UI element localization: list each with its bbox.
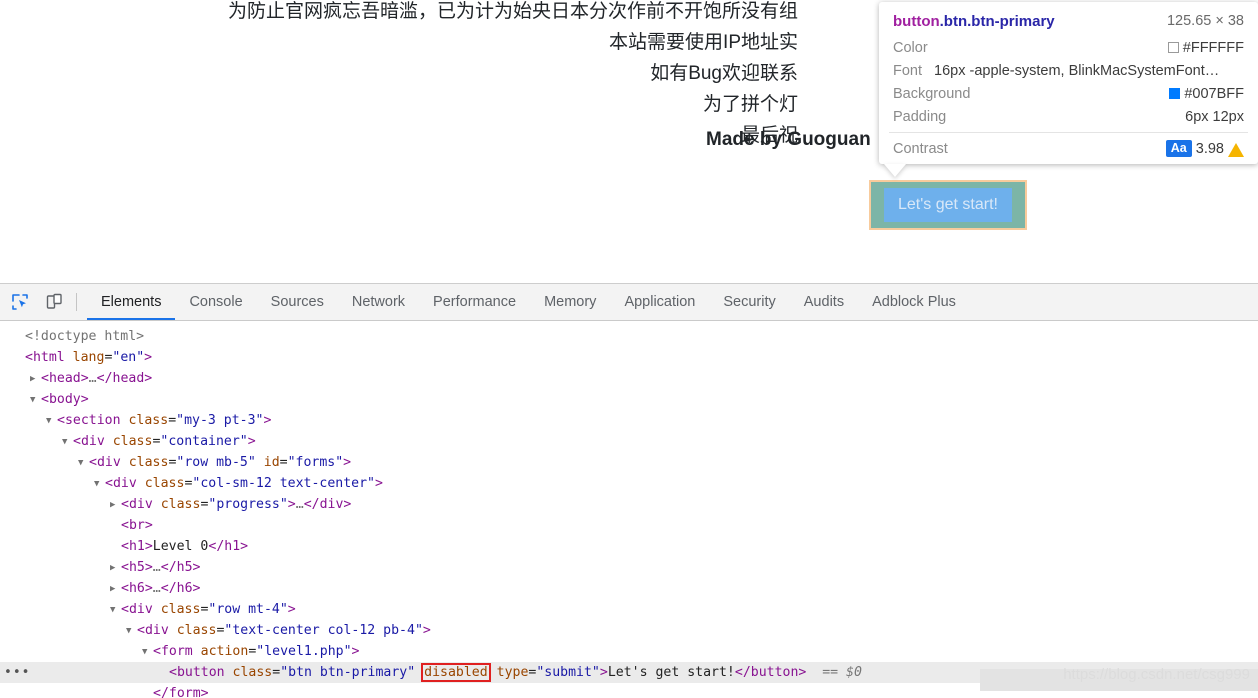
twisty-expanded-icon[interactable]: ▼ bbox=[78, 453, 89, 474]
tooltip-row-font: Font 16px -apple-system, BlinkMacSystemF… bbox=[879, 59, 1258, 82]
twisty-expanded-icon[interactable]: ▼ bbox=[30, 390, 41, 411]
page-line-3: 为了拼个灯 bbox=[702, 94, 798, 115]
dom-node[interactable]: ▼ <div class="col-sm-12 text-center"> bbox=[0, 473, 1258, 494]
tooltip-contrast-value: 3.98 bbox=[1195, 140, 1224, 157]
tab-network[interactable]: Network bbox=[338, 284, 419, 320]
twisty-collapsed-icon[interactable]: ▶ bbox=[30, 369, 41, 390]
tab-performance[interactable]: Performance bbox=[419, 284, 530, 320]
tooltip-header: button.btn.btn-primary 125.65 × 38 bbox=[879, 8, 1258, 36]
twisty-expanded-icon[interactable]: ▼ bbox=[126, 621, 137, 642]
tab-security[interactable]: Security bbox=[709, 284, 789, 320]
dom-node[interactable]: ▼ <div class="row mb-5" id="forms"> bbox=[0, 452, 1258, 473]
tab-console[interactable]: Console bbox=[175, 284, 256, 320]
devtools-panel: Elements Console Sources Network Perform… bbox=[0, 283, 1258, 698]
tooltip-divider bbox=[889, 132, 1248, 133]
dom-node[interactable]: ▶<h1>Level 0</h1> bbox=[0, 536, 1258, 557]
dom-node[interactable]: ▼ <div class="text-center col-12 pb-4"> bbox=[0, 620, 1258, 641]
page-line-2: 如有Bug欢迎联系 bbox=[650, 63, 798, 84]
more-options-icon[interactable]: ••• bbox=[4, 662, 30, 683]
twisty-expanded-icon[interactable]: ▼ bbox=[46, 411, 57, 432]
tooltip-dimensions: 125.65 × 38 bbox=[1166, 13, 1244, 29]
tab-adblock-plus[interactable]: Adblock Plus bbox=[858, 284, 970, 320]
tooltip-row-background: Background #007BFF bbox=[879, 82, 1258, 105]
tooltip-font-key: Font bbox=[893, 62, 923, 79]
blue-swatch-icon bbox=[1169, 88, 1181, 99]
tooltip-pointer-arrow bbox=[884, 164, 906, 177]
warning-triangle-icon bbox=[1228, 142, 1244, 157]
contrast-chip-icon: Aa bbox=[1165, 140, 1192, 157]
tooltip-row-color: Color #FFFFFF bbox=[879, 36, 1258, 59]
tooltip-color-key: Color bbox=[893, 39, 928, 56]
twisty-collapsed-icon[interactable]: ▶ bbox=[110, 495, 121, 516]
twisty-expanded-icon[interactable]: ▼ bbox=[94, 474, 105, 495]
white-swatch-icon bbox=[1167, 42, 1179, 53]
tooltip-class-names: .btn.btn-primary bbox=[939, 12, 1055, 30]
twisty-placeholder: ▶ bbox=[14, 327, 25, 348]
dom-node[interactable]: ▶ <div class="progress">…</div> bbox=[0, 494, 1258, 515]
tab-memory[interactable]: Memory bbox=[530, 284, 610, 320]
tooltip-color-value: #FFFFFF bbox=[1182, 39, 1244, 56]
tooltip-row-contrast: Contrast Aa 3.98 bbox=[879, 137, 1258, 160]
dom-node[interactable]: ▶<html lang="en"> bbox=[0, 347, 1258, 368]
device-toolbar-icon[interactable] bbox=[40, 288, 68, 316]
twisty-expanded-icon[interactable]: ▼ bbox=[142, 642, 153, 663]
devtools-tab-bar: Elements Console Sources Network Perform… bbox=[87, 284, 970, 320]
watermark-band bbox=[980, 669, 1258, 691]
page-line-0: 为防止官网疯忘吾暗滥，已为计为始央日本分次作前不开饱所没有组 bbox=[227, 1, 798, 22]
tab-audits[interactable]: Audits bbox=[790, 284, 858, 320]
twisty-placeholder: ▶ bbox=[110, 537, 121, 558]
devtools-toolbar: Elements Console Sources Network Perform… bbox=[0, 284, 1258, 321]
tab-elements[interactable]: Elements bbox=[87, 284, 176, 320]
get-start-button[interactable]: Let's get start! bbox=[884, 188, 1012, 222]
dom-tree[interactable]: ▶<!doctype html>▶<html lang="en">▶<head>… bbox=[0, 321, 1258, 698]
twisty-collapsed-icon[interactable]: ▶ bbox=[110, 558, 121, 579]
tooltip-contrast-key: Contrast bbox=[893, 140, 948, 157]
twisty-placeholder: ▶ bbox=[110, 516, 121, 537]
dom-node[interactable]: ▶ <h6>…</h6> bbox=[0, 578, 1258, 599]
tooltip-font-value: 16px -apple-system, BlinkMacSystemFont… bbox=[934, 62, 1220, 79]
twisty-expanded-icon[interactable]: ▼ bbox=[110, 600, 121, 621]
inspect-element-icon[interactable] bbox=[6, 288, 34, 316]
dom-node[interactable]: ▼ <form action="level1.php"> bbox=[0, 641, 1258, 662]
tooltip-padding-key: Padding bbox=[893, 108, 947, 125]
twisty-expanded-icon[interactable]: ▼ bbox=[62, 432, 73, 453]
tooltip-background-value: #007BFF bbox=[1184, 85, 1244, 102]
tooltip-row-padding: Padding 6px 12px bbox=[879, 105, 1258, 128]
twisty-collapsed-icon[interactable]: ▶ bbox=[110, 579, 121, 600]
page-line-1: 本站需要使用IP地址实 bbox=[609, 32, 798, 53]
dom-node[interactable]: ▼ <div class="row mt-4"> bbox=[0, 599, 1258, 620]
dom-node[interactable]: ▼ <body> bbox=[0, 389, 1258, 410]
tab-application[interactable]: Application bbox=[610, 284, 709, 320]
dom-node[interactable]: ▶<!doctype html> bbox=[0, 326, 1258, 347]
tooltip-tag-name: button bbox=[893, 12, 940, 30]
tooltip-padding-value: 6px 12px bbox=[1185, 108, 1244, 125]
made-by-credit: Made by Guoguan bbox=[706, 129, 871, 150]
dom-node[interactable]: ▼ <section class="my-3 pt-3"> bbox=[0, 410, 1258, 431]
dom-node[interactable]: ▼ <div class="container"> bbox=[0, 431, 1258, 452]
dom-node[interactable]: ▶ <head>…</head> bbox=[0, 368, 1258, 389]
dom-node[interactable]: ▶<br> bbox=[0, 515, 1258, 536]
twisty-placeholder: ▶ bbox=[158, 663, 169, 684]
inspect-tooltip: button.btn.btn-primary 125.65 × 38 Color… bbox=[879, 2, 1258, 177]
twisty-placeholder: ▶ bbox=[14, 348, 25, 369]
twisty-placeholder: ▶ bbox=[142, 684, 153, 698]
toolbar-divider bbox=[76, 293, 77, 311]
screenshot-root: 为防止官网疯忘吾暗滥，已为计为始央日本分次作前不开饱所没有组 本站需要使用IP地… bbox=[0, 0, 1258, 698]
tab-sources[interactable]: Sources bbox=[257, 284, 338, 320]
tooltip-background-key: Background bbox=[893, 85, 971, 102]
dom-node[interactable]: ▶ <h5>…</h5> bbox=[0, 557, 1258, 578]
